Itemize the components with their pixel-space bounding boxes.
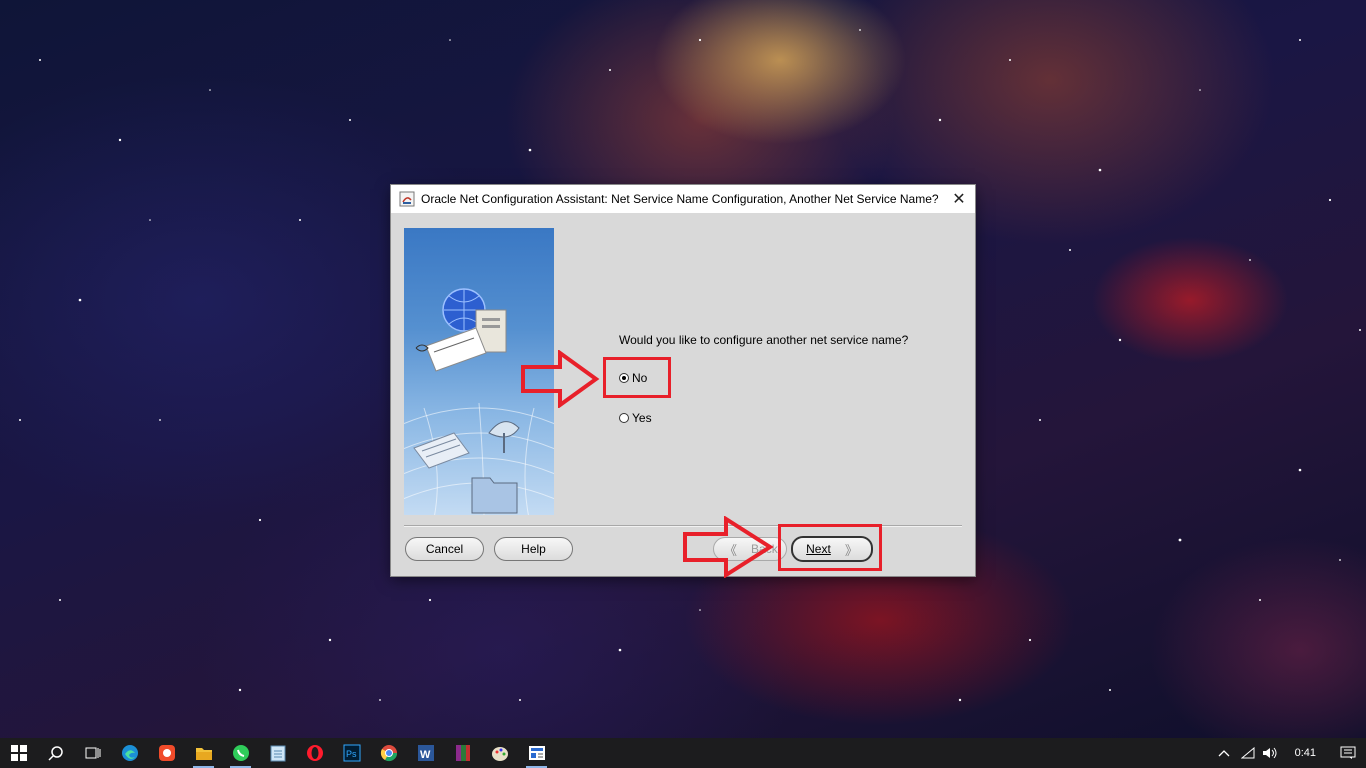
search-icon bbox=[47, 746, 63, 761]
taskbar-whatsapp[interactable] bbox=[222, 738, 259, 768]
radio-label-yes: Yes bbox=[632, 411, 652, 425]
news-icon bbox=[528, 746, 545, 760]
taskbar-word[interactable]: W bbox=[407, 738, 444, 768]
file-explorer-icon bbox=[195, 748, 212, 760]
cancel-button[interactable]: Cancel bbox=[405, 537, 484, 561]
taskbar-paint[interactable] bbox=[481, 738, 518, 768]
taskbar-news[interactable] bbox=[518, 738, 555, 768]
taskbar-notepad[interactable] bbox=[259, 738, 296, 768]
chevron-up-icon bbox=[1218, 750, 1230, 757]
camera-app-icon bbox=[158, 745, 175, 761]
cancel-label: Cancel bbox=[425, 542, 464, 556]
paint-icon bbox=[491, 747, 508, 761]
radio-button-yes[interactable] bbox=[619, 413, 629, 423]
start-button[interactable] bbox=[0, 738, 37, 768]
opera-icon bbox=[306, 745, 323, 761]
whatsapp-icon bbox=[232, 745, 249, 761]
wifi-icon bbox=[1240, 747, 1255, 759]
taskbar-opera[interactable] bbox=[296, 738, 333, 768]
taskbar-file-explorer[interactable] bbox=[185, 738, 222, 768]
java-app-icon bbox=[399, 191, 415, 207]
window-title: Oracle Net Configuration Assistant: Net … bbox=[421, 192, 939, 206]
speaker-icon bbox=[1262, 747, 1277, 759]
radio-option-yes[interactable]: Yes bbox=[619, 411, 652, 425]
windows-taskbar: Ps W 0:41 bbox=[0, 738, 1366, 768]
show-hidden-icons-button[interactable] bbox=[1211, 738, 1237, 768]
close-icon: ✕ bbox=[952, 191, 966, 208]
task-view-icon bbox=[85, 747, 100, 759]
action-center-button[interactable] bbox=[1330, 738, 1366, 768]
taskbar-chrome[interactable] bbox=[370, 738, 407, 768]
highlight-box-next bbox=[778, 524, 882, 571]
svg-text:Ps: Ps bbox=[346, 749, 357, 759]
taskbar-edge[interactable] bbox=[111, 738, 148, 768]
word-icon: W bbox=[417, 745, 434, 761]
title-bar[interactable]: Oracle Net Configuration Assistant: Net … bbox=[391, 185, 975, 213]
taskbar-photoshop[interactable]: Ps bbox=[333, 738, 370, 768]
annotation-arrow-no bbox=[521, 350, 600, 408]
volume-button[interactable] bbox=[1259, 738, 1281, 768]
help-button[interactable]: Help bbox=[494, 537, 573, 561]
question-label: Would you like to configure another net … bbox=[619, 333, 909, 347]
chrome-icon bbox=[380, 745, 397, 762]
svg-text:W: W bbox=[420, 749, 431, 761]
clock[interactable]: 0:41 bbox=[1281, 738, 1330, 768]
taskbar-camera-app[interactable] bbox=[148, 738, 185, 768]
annotation-arrow-next bbox=[683, 516, 774, 578]
search-button[interactable] bbox=[37, 738, 74, 768]
network-button[interactable] bbox=[1237, 738, 1259, 768]
notepad-icon bbox=[270, 745, 285, 762]
help-label: Help bbox=[521, 542, 546, 556]
winrar-icon bbox=[455, 745, 470, 761]
edge-icon bbox=[121, 745, 138, 761]
task-view-button[interactable] bbox=[74, 738, 111, 768]
close-button[interactable]: ✕ bbox=[943, 185, 975, 213]
system-tray: 0:41 bbox=[1211, 738, 1366, 768]
highlight-box-no bbox=[603, 357, 671, 398]
taskbar-winrar[interactable] bbox=[444, 738, 481, 768]
start-icon bbox=[10, 745, 27, 761]
photoshop-icon: Ps bbox=[343, 744, 360, 762]
notifications-icon bbox=[1340, 746, 1356, 759]
